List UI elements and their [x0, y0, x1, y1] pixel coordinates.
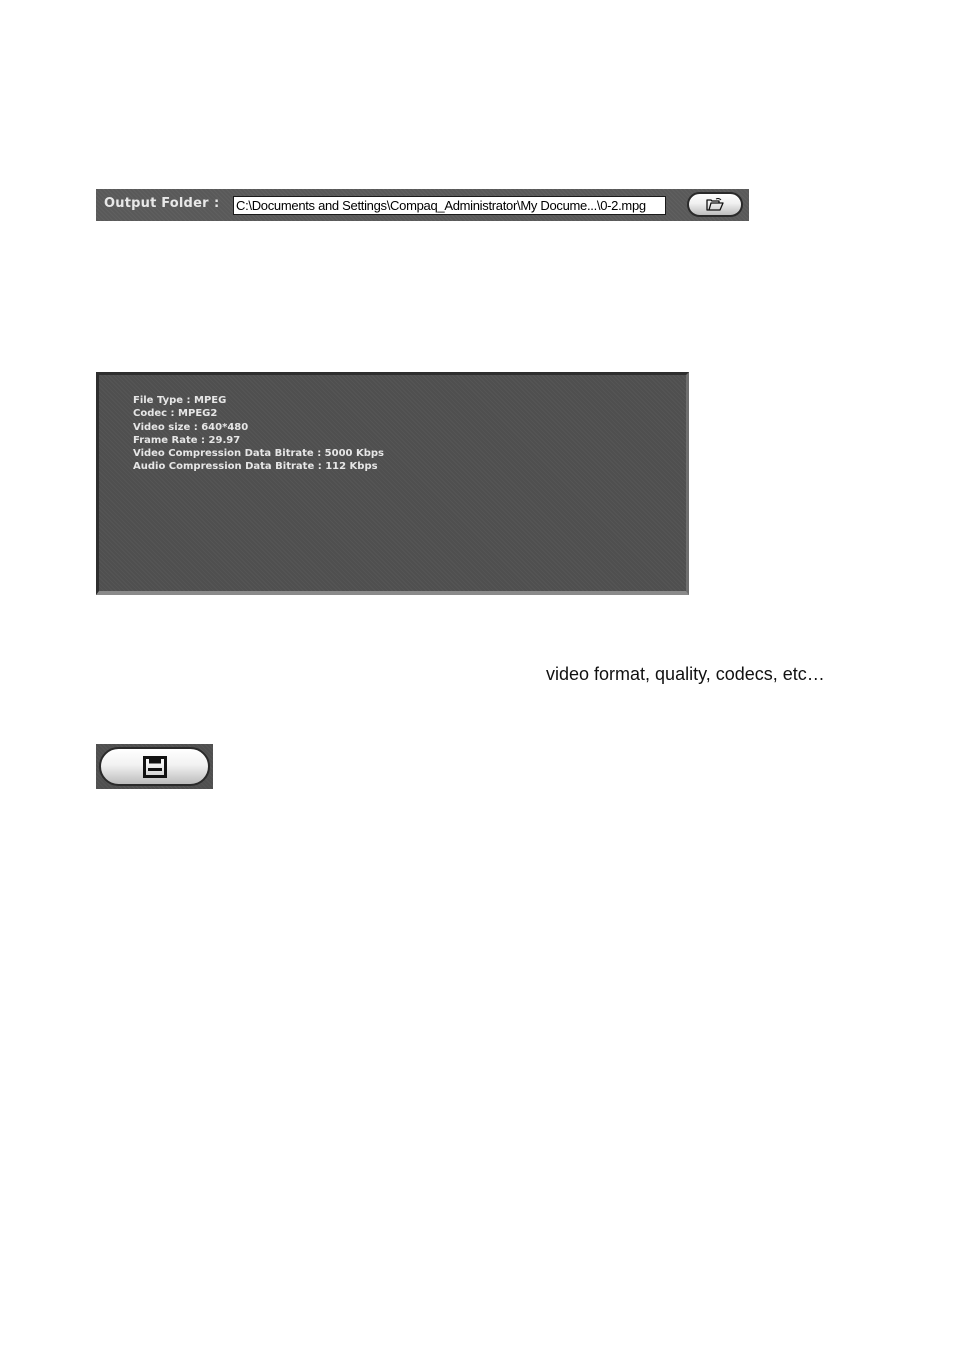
save-button-frame [96, 744, 213, 789]
info-file-type: File Type : MPEG [133, 395, 227, 406]
output-folder-bar: Output Folder : C:\Documents and Setting… [96, 189, 749, 221]
output-folder-separator: : [214, 196, 220, 211]
save-button[interactable] [99, 747, 210, 786]
file-info-panel: File Type : MPEG Codec : MPEG2 Video siz… [96, 372, 689, 595]
file-info-list: File Type : MPEG Codec : MPEG2 Video siz… [133, 394, 384, 474]
info-frame-rate: Frame Rate : 29.97 [133, 434, 241, 446]
output-folder-label: Output Folder [104, 196, 209, 211]
info-codec: Codec : MPEG2 [133, 408, 218, 420]
info-video-size: Video size : 640*480 [133, 421, 249, 433]
floppy-disk-icon [142, 755, 167, 778]
browse-folder-button[interactable] [687, 192, 743, 217]
output-path-field[interactable]: C:\Documents and Settings\Compaq_Adminis… [233, 196, 666, 215]
info-audio-bitrate: Audio Compression Data Bitrate : 112 Kbp… [133, 461, 378, 473]
open-folder-icon [705, 197, 725, 212]
caption-text: video format, quality, codecs, etc… [546, 664, 825, 684]
info-video-bitrate: Video Compression Data Bitrate : 5000 Kb… [133, 448, 385, 460]
